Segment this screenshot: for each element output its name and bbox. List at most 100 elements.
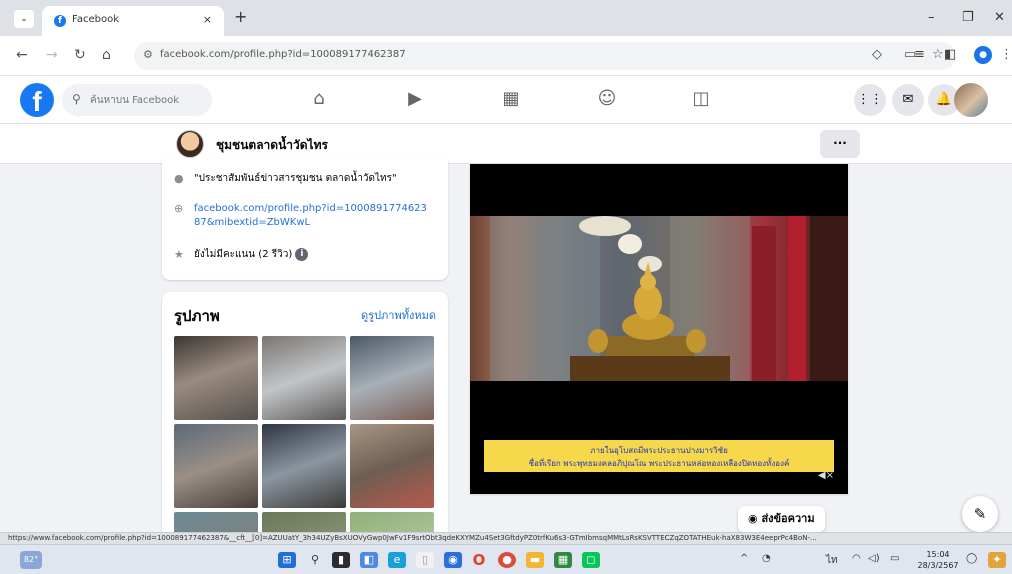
weather-widget[interactable]: 82° bbox=[20, 551, 42, 569]
page-title[interactable]: ชุมชนตลาดน้ำวัดไทร bbox=[216, 136, 328, 155]
file-blank-icon[interactable]: ▯ bbox=[416, 552, 434, 568]
send-message-label: ส่งข้อความ bbox=[761, 512, 815, 525]
bookmark-star-icon[interactable]: ☆ bbox=[932, 47, 944, 62]
task-view-icon[interactable]: ▮ bbox=[332, 552, 350, 568]
clock-date: 28/3/2567 bbox=[917, 561, 959, 570]
intro-link[interactable]: facebook.com/profile.php?id=100089177462… bbox=[194, 202, 430, 230]
tab-search-icon[interactable]: ⌄ bbox=[14, 10, 34, 28]
nav-groups-icon[interactable]: ☺ bbox=[592, 88, 622, 109]
send-message-button[interactable]: ◉ ส่งข้อความ bbox=[738, 506, 825, 532]
search-icon: ⚲ bbox=[72, 92, 81, 106]
messenger-icon[interactable]: ✉ bbox=[892, 84, 924, 116]
app-blue-icon[interactable]: ◉ bbox=[444, 552, 462, 568]
facebook-logo-icon[interactable]: f bbox=[20, 83, 54, 117]
browser-toolbar: ← → ↻ ⌂ ⚙ facebook.com/profile.php?id=10… bbox=[0, 36, 1012, 76]
tray-app-icon[interactable]: ◔ bbox=[762, 553, 771, 564]
photo-thumbnail[interactable] bbox=[174, 336, 258, 420]
photo-thumbnail[interactable] bbox=[350, 512, 434, 532]
start-windows-icon[interactable]: ⊞ bbox=[278, 552, 296, 568]
info-icon[interactable]: i bbox=[295, 248, 309, 261]
window-close-icon[interactable]: ✕ bbox=[994, 10, 1005, 25]
edge-icon[interactable]: e bbox=[388, 552, 406, 568]
copilot-icon[interactable]: ✦ bbox=[988, 552, 1006, 568]
star-icon: ★ bbox=[174, 248, 184, 261]
intro-quote: "ประชาสัมพันธ์ข่าวสารชุมชน ตลาดน้ำวัดไทร… bbox=[194, 173, 397, 184]
site-info-icon[interactable]: ⚙ bbox=[143, 48, 153, 61]
wifi-icon[interactable]: ◠ bbox=[852, 553, 861, 564]
photo-thumbnail[interactable] bbox=[262, 336, 346, 420]
reload-icon[interactable]: ↻ bbox=[74, 47, 86, 63]
photo-thumbnail[interactable] bbox=[174, 424, 258, 508]
facebook-favicon-icon: f bbox=[54, 15, 66, 27]
intro-rating-row: ★ ยังไม่มีคะแนน (2 รีวิว) i bbox=[174, 248, 309, 262]
photo-thumbnail[interactable] bbox=[262, 424, 346, 508]
nav-marketplace-icon[interactable]: ▦ bbox=[496, 88, 526, 109]
more-options-button[interactable]: ··· bbox=[820, 130, 860, 158]
photo-thumbnail[interactable] bbox=[262, 512, 346, 532]
status-bar-url: https://www.facebook.com/profile.php?id=… bbox=[0, 532, 1012, 544]
line-app-icon[interactable]: ◻ bbox=[582, 552, 600, 568]
compose-edit-icon: ✎ bbox=[973, 505, 987, 523]
volume-icon[interactable]: ◀× bbox=[818, 470, 834, 481]
battery-icon[interactable]: ▭ bbox=[890, 553, 899, 564]
photos-card: รูปภาพ ดูรูปภาพทั้งหมด bbox=[162, 292, 448, 532]
chrome-menu-icon[interactable]: ⋮ bbox=[1000, 47, 1012, 62]
spreadsheet-icon[interactable]: ▦ bbox=[554, 552, 572, 568]
see-all-photos-link[interactable]: ดูรูปภาพทั้งหมด bbox=[361, 306, 436, 324]
nav-gaming-icon[interactable]: ◫ bbox=[686, 88, 716, 109]
back-icon[interactable]: ← bbox=[16, 47, 28, 63]
windows-taskbar: 82° ⊞ ⚲ ▮ ◧ e ▯ ◉ O ● ▬ ▦ ◻ ^ ◔ ไท ◠ ◁) … bbox=[0, 544, 1012, 574]
search-input[interactable] bbox=[90, 91, 205, 109]
photo-thumbnail[interactable] bbox=[350, 336, 434, 420]
intro-quote-row: ● "ประชาสัมพันธ์ข่าวสารชุมชน ตลาดน้ำวัดไท… bbox=[174, 172, 397, 186]
chrome-taskbar-icon[interactable]: ● bbox=[498, 552, 516, 568]
browser-tab-strip: ⌄ f Facebook × + – ❐ ✕ bbox=[0, 0, 1012, 36]
account-avatar[interactable] bbox=[954, 83, 988, 117]
compose-message-button[interactable]: ✎ bbox=[962, 496, 998, 532]
temple-buddha-photo[interactable] bbox=[470, 216, 848, 381]
post-media[interactable]: ภายในอุโบสถมีพระประธานปางมารวิชัย ชื่อที… bbox=[470, 164, 848, 494]
rating-text: ยังไม่มีคะแนน (2 รีวิว) bbox=[194, 249, 293, 260]
extensions-icon[interactable]: ◇ bbox=[872, 47, 882, 62]
clock-time: 15:04 bbox=[926, 550, 950, 559]
caption-line-1: ภายในอุโบสถมีพระประธานปางมารวิชัย bbox=[590, 446, 728, 455]
page-name-bar: ชุมชนตลาดน้ำวัดไทร ··· bbox=[0, 124, 1012, 164]
media-icon[interactable]: ≡ bbox=[914, 47, 925, 62]
widgets-icon[interactable]: ◧ bbox=[360, 552, 378, 568]
intro-card: ● "ประชาสัมพันธ์ข่าวสารชุมชน ตลาดน้ำวัดไท… bbox=[162, 158, 448, 280]
address-bar[interactable]: ⚙ facebook.com/profile.php?id=1000891774… bbox=[134, 42, 956, 70]
side-panel-icon[interactable]: ◧ bbox=[944, 47, 956, 62]
quote-bubble-icon: ● bbox=[174, 172, 184, 185]
forward-icon[interactable]: → bbox=[46, 47, 58, 63]
photo-thumbnail[interactable] bbox=[174, 512, 258, 532]
tray-chevron-icon[interactable]: ^ bbox=[740, 553, 748, 564]
facebook-search[interactable]: ⚲ bbox=[62, 84, 212, 116]
notification-bell-icon[interactable]: ◯ bbox=[966, 553, 977, 564]
photos-title: รูปภาพ bbox=[174, 307, 220, 325]
globe-icon: ⊕ bbox=[174, 202, 184, 215]
caption-line-2: ชื่อที่เรียก พระพุทธมงคลอภิปุณโณ พระประธ… bbox=[528, 459, 790, 468]
language-icon[interactable]: ไท bbox=[826, 553, 838, 568]
taskbar-search-icon[interactable]: ⚲ bbox=[306, 552, 324, 568]
new-tab-icon[interactable]: + bbox=[234, 9, 247, 25]
minimize-icon[interactable]: – bbox=[928, 10, 935, 25]
home-icon[interactable]: ⌂ bbox=[102, 47, 111, 63]
restore-icon[interactable]: ❐ bbox=[962, 10, 974, 25]
tab-close-icon[interactable]: × bbox=[203, 13, 212, 26]
opera-icon[interactable]: O bbox=[470, 552, 488, 568]
nav-home-icon[interactable]: ⌂ bbox=[304, 88, 334, 109]
chrome-profile-icon[interactable]: ● bbox=[974, 46, 992, 64]
photo-thumbnail[interactable] bbox=[350, 424, 434, 508]
intro-link-row: ⊕ facebook.com/profile.php?id=10008917746… bbox=[174, 202, 436, 230]
file-explorer-icon[interactable]: ▬ bbox=[526, 552, 544, 568]
page-avatar[interactable] bbox=[176, 130, 204, 158]
browser-tab[interactable]: f Facebook × bbox=[42, 6, 224, 36]
temple-interior-image bbox=[490, 216, 848, 381]
taskbar-clock[interactable]: 15:04 28/3/2567 bbox=[914, 549, 962, 571]
photo-caption-overlay: ภายในอุโบสถมีพระประธานปางมารวิชัย ชื่อที… bbox=[484, 440, 834, 472]
address-url[interactable]: facebook.com/profile.php?id=100089177462… bbox=[160, 49, 406, 60]
menu-grid-icon[interactable]: ⋮⋮ bbox=[854, 84, 886, 116]
speaker-icon[interactable]: ◁) bbox=[868, 553, 880, 564]
facebook-header: f ⚲ ⌂ ▶ ▦ ☺ ◫ ⋮⋮ ✉ 🔔 bbox=[0, 76, 1012, 124]
nav-video-icon[interactable]: ▶ bbox=[400, 88, 430, 109]
